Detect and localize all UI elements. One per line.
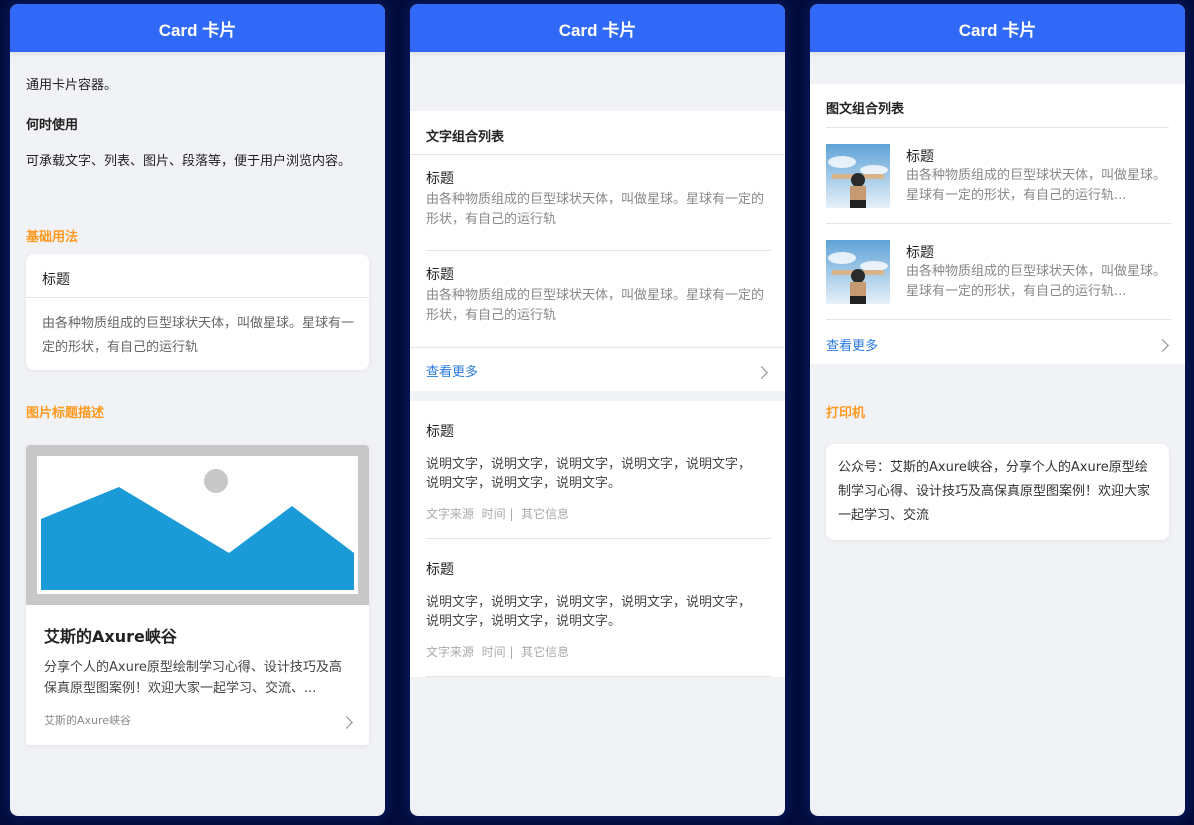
list-item[interactable]: 标题 由各种物质组成的巨型球状天体，叫做星球。星球有一定的形状，有自己的运行轨 <box>426 168 771 230</box>
image-list-title: 图文组合列表 <box>826 102 905 117</box>
image-placeholder <box>26 445 369 605</box>
list-item-title: 标题 <box>906 245 934 261</box>
article-source: 文字来源 <box>426 645 475 659</box>
article-title: 标题 <box>426 562 454 578</box>
article-meta: 文字来源 时间 | 其它信息 <box>426 507 570 521</box>
article-item[interactable]: 标题 说明文字，说明文字，说明文字，说明文字，说明文字，说明文字，说明文字，说明… <box>426 421 756 522</box>
panel-text-list: Card 卡片 文字组合列表 标题 由各种物质组成的巨型球状天体，叫做星球。星球… <box>410 4 785 816</box>
list-item-desc: 由各种物质组成的巨型球状天体，叫做星球。星球有一定的形状，有自己的运行轨... <box>906 264 1167 299</box>
panel-header: Card 卡片 <box>410 4 785 52</box>
print-card: 公众号：艾斯的Axure峡谷，分享个人的Axure原型绘制学习心得、设计技巧及高… <box>826 444 1169 540</box>
divider <box>26 297 369 298</box>
list-item[interactable]: 标题 由各种物质组成的巨型球状天体，叫做星球。星球有一定的形状，有自己的运行轨.… <box>826 144 1171 208</box>
basic-card-title: 标题 <box>42 272 70 288</box>
text-list-card: 文字组合列表 标题 由各种物质组成的巨型球状天体，叫做星球。星球有一定的形状，有… <box>410 111 785 391</box>
panel-basic: Card 卡片 通用卡片容器。 何时使用 可承载文字、列表、图片、段落等，便于用… <box>10 4 385 816</box>
basic-card[interactable]: 标题 由各种物质组成的巨型球状天体，叫做星球。星球有一定的形状，有自己的运行轨 <box>26 254 369 370</box>
view-more-link[interactable]: 查看更多 <box>426 361 478 380</box>
divider <box>426 676 771 677</box>
list-item-title: 标题 <box>426 171 454 187</box>
thumbnail-image <box>826 240 890 304</box>
divider <box>410 347 785 348</box>
list-item[interactable]: 标题 由各种物质组成的巨型球状天体，叫做星球。星球有一定的形状，有自己的运行轨.… <box>826 240 1171 304</box>
list-item[interactable]: 标题 由各种物质组成的巨型球状天体，叫做星球。星球有一定的形状，有自己的运行轨 <box>426 264 771 326</box>
divider <box>426 538 771 539</box>
section-label-print: 打印机 <box>826 406 866 421</box>
article-time: 时间 <box>481 645 506 659</box>
divider <box>826 319 1171 320</box>
list-item-desc: 由各种物质组成的巨型球状天体，叫做星球。星球有一定的形状，有自己的运行轨... <box>906 168 1167 203</box>
article-title: 标题 <box>426 424 454 440</box>
chevron-right-icon[interactable] <box>340 716 353 729</box>
text-list-title: 文字组合列表 <box>426 130 505 145</box>
article-desc: 说明文字，说明文字，说明文字，说明文字，说明文字，说明文字，说明文字，说明文字。 <box>426 595 752 629</box>
when-to-use-title: 何时使用 <box>26 118 79 133</box>
intro-text: 通用卡片容器。 <box>26 78 118 93</box>
when-to-use-desc: 可承载文字、列表、图片、段落等，便于用户浏览内容。 <box>26 154 352 169</box>
list-item-desc: 由各种物质组成的巨型球状天体，叫做星球。星球有一定的形状，有自己的运行轨 <box>426 192 765 227</box>
chevron-right-icon[interactable] <box>1156 339 1169 352</box>
list-item-title: 标题 <box>426 267 454 283</box>
landscape-icon <box>37 456 358 594</box>
section-label-image: 图片标题描述 <box>26 406 105 421</box>
basic-card-body: 由各种物质组成的巨型球状天体，叫做星球。星球有一定的形状，有自己的运行轨 <box>42 316 355 355</box>
divider <box>426 250 771 251</box>
image-card-desc: 分享个人的Axure原型绘制学习心得、设计技巧及高保真原型图案例！欢迎大家一起学… <box>44 660 342 696</box>
section-label-basic: 基础用法 <box>26 230 79 245</box>
list-item-title: 标题 <box>906 149 934 165</box>
panel-header: Card 卡片 <box>810 4 1185 52</box>
divider <box>826 223 1171 224</box>
chevron-right-icon[interactable] <box>755 366 768 379</box>
article-other: 其它信息 <box>521 645 570 659</box>
print-card-text: 公众号：艾斯的Axure峡谷，分享个人的Axure原型绘制学习心得、设计技巧及高… <box>838 460 1151 523</box>
image-card-title: 艾斯的Axure峡谷 <box>44 627 177 646</box>
divider <box>826 127 1169 128</box>
article-item[interactable]: 标题 说明文字，说明文字，说明文字，说明文字，说明文字，说明文字，说明文字，说明… <box>426 559 756 660</box>
panel-image-list: Card 卡片 图文组合列表 标题 由各种物质组成的巨型球状天体，叫做星球。星球… <box>810 4 1185 816</box>
article-other: 其它信息 <box>521 507 570 521</box>
panel-header: Card 卡片 <box>10 4 385 52</box>
article-list: 标题 说明文字，说明文字，说明文字，说明文字，说明文字，说明文字，说明文字，说明… <box>410 401 785 677</box>
article-source: 文字来源 <box>426 507 475 521</box>
image-list-card: 图文组合列表 标题 由各种物质组成的巨型球状天体，叫做星球。星球有一定的形状，有… <box>810 84 1185 364</box>
article-meta: 文字来源 时间 | 其它信息 <box>426 645 570 659</box>
thumbnail-image <box>826 144 890 208</box>
article-desc: 说明文字，说明文字，说明文字，说明文字，说明文字，说明文字，说明文字，说明文字。 <box>426 457 752 491</box>
image-card[interactable]: 艾斯的Axure峡谷 分享个人的Axure原型绘制学习心得、设计技巧及高保真原型… <box>26 445 369 745</box>
view-more-link[interactable]: 查看更多 <box>826 335 878 354</box>
divider <box>410 154 785 155</box>
article-time: 时间 <box>481 507 506 521</box>
image-card-footer: 艾斯的Axure峡谷 <box>44 714 132 727</box>
list-item-desc: 由各种物质组成的巨型球状天体，叫做星球。星球有一定的形状，有自己的运行轨 <box>426 288 765 323</box>
